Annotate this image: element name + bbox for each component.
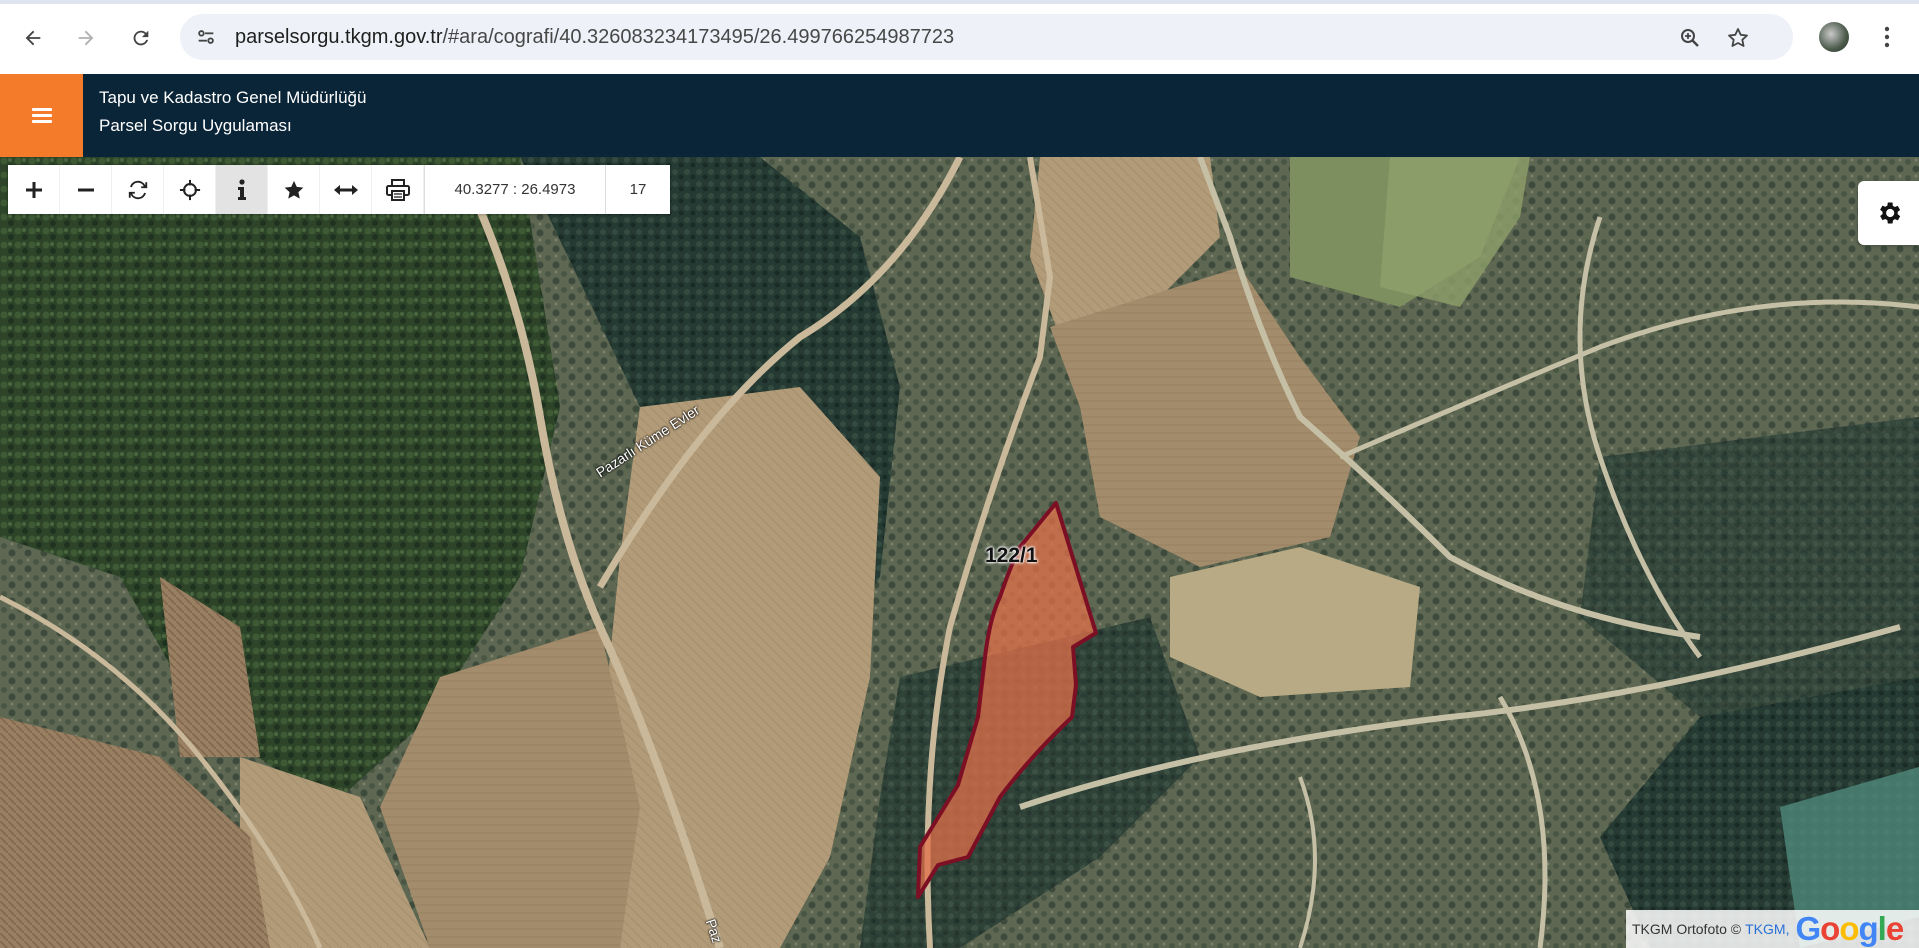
- back-arrow-icon[interactable]: [15, 20, 51, 56]
- locate-button[interactable]: [164, 165, 216, 214]
- refresh-icon: [128, 180, 147, 199]
- print-icon: [385, 178, 410, 201]
- parcel-label[interactable]: 122/1: [985, 544, 1038, 568]
- zoom-out-button[interactable]: [60, 165, 112, 214]
- map-view[interactable]: 122/1 Pazarlı Küme Evler Paz: [0, 157, 1919, 948]
- url-path: /#ara/cografi/40.326083234173495/26.4997…: [442, 26, 955, 48]
- zoom-level-display: 17: [629, 181, 647, 198]
- app-header: Tapu ve Kadastro Genel Müdürlüğü Parsel …: [0, 74, 1919, 157]
- attribution-link[interactable]: TKGM,: [1745, 921, 1789, 937]
- profile-avatar[interactable]: [1819, 22, 1849, 52]
- google-logo: Google: [1795, 910, 1904, 947]
- forward-arrow-icon[interactable]: [68, 20, 104, 56]
- minus-icon: [77, 188, 94, 191]
- refresh-button[interactable]: [112, 165, 164, 214]
- bookmark-star-icon[interactable]: [1725, 25, 1751, 51]
- app-title: Parsel Sorgu Uygulaması: [99, 116, 292, 135]
- attribution-text: TKGM Ortofoto ©: [1632, 921, 1742, 937]
- browser-chrome: parselsorgu.tkgm.gov.tr/#ara/cografi/40.…: [0, 0, 1919, 74]
- settings-button[interactable]: [1858, 181, 1919, 245]
- horizontal-arrows-icon: [333, 184, 358, 195]
- hamburger-menu-icon[interactable]: [0, 74, 83, 157]
- satellite-imagery: [0, 157, 1919, 948]
- print-button[interactable]: [372, 165, 424, 214]
- url-domain: parselsorgu.tkgm.gov.tr: [235, 26, 443, 48]
- info-icon: [237, 178, 246, 200]
- gear-icon: [1879, 202, 1900, 224]
- map-toolbar: 40.3277 : 26.4973 17: [8, 165, 670, 214]
- coordinates-display: 40.3277 : 26.4973: [424, 165, 606, 214]
- site-info-icon[interactable]: [194, 25, 218, 49]
- more-vert-icon[interactable]: [1872, 22, 1902, 52]
- zoom-in-button[interactable]: [8, 165, 60, 214]
- tab-strip-edge: [0, 0, 1919, 4]
- org-title: Tapu ve Kadastro Genel Müdürlüğü: [99, 88, 367, 107]
- favorites-button[interactable]: [268, 165, 320, 214]
- map-attribution: TKGM Ortofoto © TKGM, Google: [1626, 910, 1919, 948]
- reload-icon[interactable]: [123, 20, 159, 56]
- zoom-icon[interactable]: [1677, 25, 1703, 51]
- address-bar[interactable]: parselsorgu.tkgm.gov.tr/#ara/cografi/40.…: [180, 14, 1793, 60]
- plus-icon: [25, 181, 42, 198]
- star-icon: [284, 180, 303, 199]
- info-button[interactable]: [216, 165, 268, 214]
- url-text[interactable]: parselsorgu.tkgm.gov.tr/#ara/cografi/40.…: [235, 26, 954, 49]
- crosshair-icon: [179, 179, 200, 200]
- measure-button[interactable]: [320, 165, 372, 214]
